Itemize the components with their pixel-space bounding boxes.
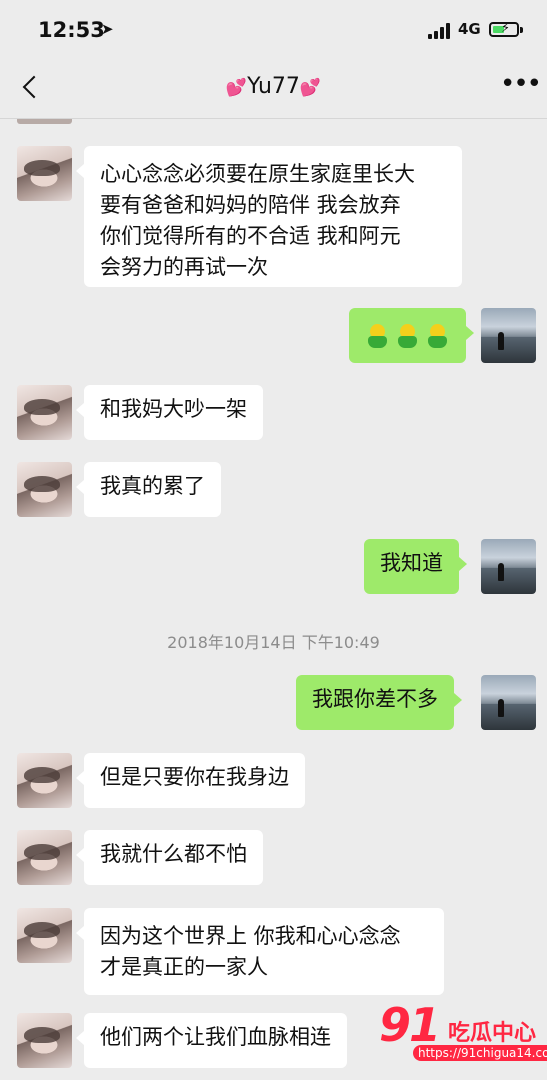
message-text: 他们两个让我们血脉相连 — [100, 1025, 331, 1049]
battery-icon: ⚡ — [489, 21, 519, 37]
message-text-line: 因为这个世界上 你我和心心念念 — [100, 924, 401, 948]
message-bubble[interactable]: 我知道 — [364, 539, 467, 594]
status-bar: 12:53 ➤ 4G ⚡ — [0, 0, 547, 58]
watermark-logo: 91 吃瓜中心 https://91chigua14.com — [377, 998, 547, 1066]
avatar[interactable] — [481, 308, 536, 363]
message-bubble[interactable]: 心心念念必须要在原生家庭里长大 要有爸爸和妈妈的陪伴 我会放弃 你们觉得所有的不… — [76, 146, 462, 287]
heart-icon-left: 💕 — [225, 78, 248, 98]
avatar[interactable] — [17, 753, 72, 808]
emoji-group — [367, 320, 448, 351]
signal-icon — [428, 23, 454, 39]
message-text-line: 才是真正的一家人 — [100, 955, 268, 979]
network-label: 4G — [458, 20, 481, 38]
message-bubble[interactable]: 我真的累了 — [76, 462, 221, 517]
watermark-url: https://91chigua14.com — [413, 1045, 547, 1061]
message-text: 我真的累了 — [100, 474, 205, 498]
location-arrow-icon: ➤ — [101, 20, 114, 38]
message-bubble[interactable]: 因为这个世界上 你我和心心念念 才是真正的一家人 — [76, 908, 444, 995]
avatar[interactable] — [17, 1013, 72, 1068]
flower-emoji — [427, 323, 448, 348]
watermark-text: 吃瓜中心 — [448, 1021, 537, 1046]
message-bubble[interactable] — [349, 308, 474, 363]
status-time: 12:53 — [38, 18, 105, 42]
more-icon[interactable]: ••• — [500, 71, 542, 100]
message-bubble[interactable]: 但是只要你在我身边 — [76, 753, 305, 808]
message-text: 和我妈大吵一架 — [100, 397, 247, 421]
message-list[interactable]: 心心念念必须要在原生家庭里长大 要有爸爸和妈妈的陪伴 我会放弃 你们觉得所有的不… — [0, 119, 547, 1080]
avatar[interactable] — [17, 908, 72, 963]
avatar[interactable] — [17, 830, 72, 885]
message-text-line: 心心念念必须要在原生家庭里长大 — [100, 162, 415, 186]
contact-name: Yu77 — [247, 74, 300, 99]
chat-title: 💕Yu77💕 — [0, 74, 547, 99]
flower-emoji — [397, 323, 418, 348]
message-bubble[interactable]: 我就什么都不怕 — [76, 830, 263, 885]
avatar[interactable] — [481, 539, 536, 594]
flower-emoji — [367, 323, 388, 348]
message-text: 我跟你差不多 — [312, 687, 438, 711]
message-text-line: 要有爸爸和妈妈的陪伴 我会放弃 — [100, 193, 401, 217]
charging-icon: ⚡ — [501, 21, 511, 36]
heart-icon-right: 💕 — [299, 78, 322, 98]
message-text: 但是只要你在我身边 — [100, 765, 289, 789]
message-text: 我知道 — [380, 551, 443, 575]
avatar[interactable] — [17, 462, 72, 517]
message-text: 我就什么都不怕 — [100, 842, 247, 866]
message-text-line: 你们觉得所有的不合适 我和阿元 — [100, 224, 401, 248]
watermark-number: 91 — [379, 998, 441, 1052]
battery-cap — [520, 27, 523, 33]
avatar[interactable] — [17, 385, 72, 440]
avatar-partial — [17, 119, 72, 124]
message-timestamp: 2018年10月14日 下午10:49 — [167, 633, 380, 652]
message-text-line: 会努力的再试一次 — [100, 255, 268, 279]
avatar[interactable] — [17, 146, 72, 201]
avatar[interactable] — [481, 675, 536, 730]
message-bubble[interactable]: 他们两个让我们血脉相连 — [76, 1013, 347, 1068]
message-bubble[interactable]: 和我妈大吵一架 — [76, 385, 263, 440]
message-bubble[interactable]: 我跟你差不多 — [296, 675, 462, 730]
chat-header: 💕Yu77💕 ••• — [0, 58, 547, 119]
